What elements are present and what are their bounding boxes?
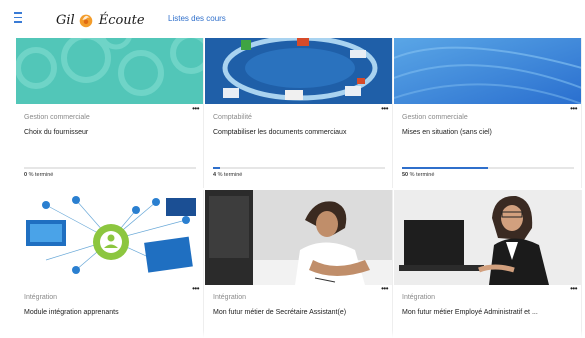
progress-bar (24, 167, 196, 169)
scroll-fade (0, 330, 585, 338)
logo-text-gil: Gil (56, 12, 75, 28)
course-card[interactable]: ••• Gestion commerciale Choix du fournis… (16, 38, 204, 188)
logo-text-ecoute: Écoute (98, 12, 145, 28)
card-menu-icon[interactable]: ••• (192, 105, 199, 113)
progress-bar (402, 167, 574, 169)
progress-suffix: % terminé (27, 172, 54, 178)
course-title[interactable]: Choix du fournisseur (24, 127, 194, 138)
top-bar: Gil Écoute Listes des cours (0, 0, 585, 38)
course-card[interactable]: ••• Intégration Module intégration appre… (16, 190, 204, 338)
card-menu-icon[interactable]: ••• (192, 285, 199, 293)
course-title[interactable]: Mises en situation (sans ciel) (402, 127, 572, 138)
logo[interactable]: Gil Écoute (56, 8, 145, 32)
card-menu-icon[interactable]: ••• (381, 105, 388, 113)
course-image (205, 190, 392, 285)
course-card[interactable]: ••• Comptabilité Comptabiliser les docum… (205, 38, 393, 188)
course-title[interactable]: Mon futur métier de Secrétaire Assistant… (213, 307, 383, 318)
course-image (16, 190, 203, 285)
course-category: Comptabilité (213, 114, 252, 121)
menu-icon[interactable] (14, 12, 24, 24)
course-title[interactable]: Module intégration apprenants (24, 307, 194, 318)
course-category: Gestion commerciale (24, 114, 90, 121)
nav-courses-link[interactable]: Listes des cours (168, 14, 226, 23)
progress-fill (402, 167, 488, 169)
progress-suffix: % terminé (216, 172, 243, 178)
course-title[interactable]: Mon futur métier Employé Administratif e… (402, 307, 572, 318)
course-image (394, 190, 581, 285)
progress-suffix: % terminé (408, 172, 435, 178)
logo-ear-icon (79, 14, 93, 28)
course-image (394, 38, 581, 104)
card-menu-icon[interactable]: ••• (570, 105, 577, 113)
course-category: Intégration (213, 294, 247, 301)
course-category: Gestion commerciale (402, 114, 468, 121)
progress-label: 50 % terminé (402, 172, 434, 178)
progress-fill (213, 167, 220, 169)
course-category: Intégration (402, 294, 436, 301)
course-card[interactable]: ••• Gestion commerciale Mises en situati… (394, 38, 582, 188)
course-card[interactable]: ••• Intégration Mon futur métier Employé… (394, 190, 582, 338)
course-title[interactable]: Comptabiliser les documents commerciaux (213, 127, 383, 138)
course-image (16, 38, 203, 104)
course-image (205, 38, 392, 104)
course-card[interactable]: ••• Intégration Mon futur métier de Secr… (205, 190, 393, 338)
progress-bar (213, 167, 385, 169)
progress-label: 4 % terminé (213, 172, 242, 178)
card-menu-icon[interactable]: ••• (570, 285, 577, 293)
course-category: Intégration (24, 294, 58, 301)
progress-label: 0 % terminé (24, 172, 53, 178)
card-menu-icon[interactable]: ••• (381, 285, 388, 293)
